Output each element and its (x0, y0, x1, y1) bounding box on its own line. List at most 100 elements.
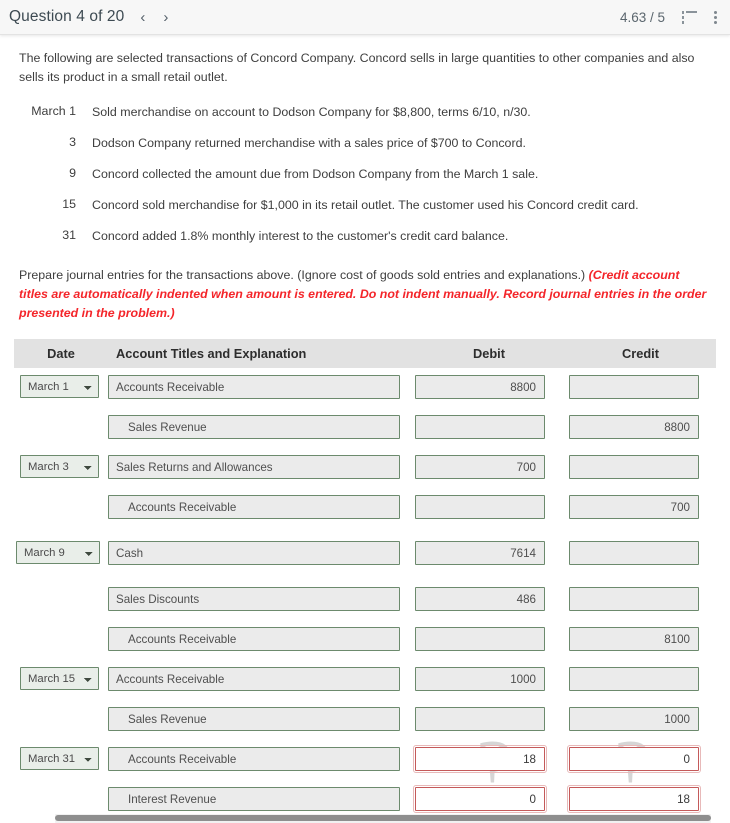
account-title-input[interactable] (108, 667, 400, 691)
credit-amount-input[interactable] (569, 455, 699, 479)
credit-amount-input[interactable] (569, 495, 699, 519)
credit-amount-input[interactable] (569, 587, 699, 611)
debit-amount-input[interactable] (415, 627, 545, 651)
question-content: The following are selected transactions … (0, 49, 730, 820)
debit-amount-input[interactable] (413, 785, 547, 813)
transaction-description: Dodson Company returned merchandise with… (92, 136, 526, 150)
score-display: 4.63 / 5 (619, 9, 665, 25)
credit-amount-input[interactable] (567, 785, 701, 813)
journal-cell-date (14, 488, 108, 495)
transactions-body: March 1 Sold merchandise on account to D… (22, 104, 639, 259)
transaction-row: 9 Concord collected the amount due from … (22, 166, 639, 197)
journal-header-row: Date Account Titles and Explanation Debi… (14, 339, 716, 368)
horizontal-scrollbar-thumb[interactable] (55, 815, 711, 821)
credit-amount-input[interactable] (567, 745, 701, 773)
journal-row: March 1 (14, 368, 716, 408)
journal-cell-account (108, 448, 413, 479)
transaction-date: 9 (69, 166, 76, 180)
journal-cell-credit (565, 408, 716, 439)
prev-question-button[interactable]: ‹ (140, 10, 145, 25)
date-select[interactable]: March 1 (20, 375, 99, 398)
journal-cell-debit (413, 780, 565, 813)
account-title-input[interactable] (108, 747, 400, 771)
account-title-input[interactable] (108, 707, 400, 731)
journal-cell-account (108, 700, 413, 731)
transaction-date: 31 (62, 228, 76, 242)
date-select[interactable]: March 3 (20, 455, 99, 478)
journal-cell-account (108, 740, 413, 771)
date-select[interactable]: March 9 (16, 541, 100, 564)
kebab-menu-glyph (714, 10, 718, 25)
credit-amount-input[interactable] (569, 375, 699, 399)
transaction-date: 3 (69, 135, 76, 149)
journal-cell-debit (413, 408, 565, 439)
horizontal-scrollbar[interactable] (55, 814, 711, 823)
debit-amount-input[interactable] (415, 375, 545, 399)
credit-amount-input[interactable] (569, 541, 699, 565)
debit-amount-input[interactable] (415, 495, 545, 519)
journal-cell-date: March 31 (14, 740, 108, 770)
journal-row: March 9 (14, 534, 716, 580)
journal-row (14, 580, 716, 620)
journal-cell-account (108, 488, 413, 519)
credit-amount-input[interactable] (569, 415, 699, 439)
debit-amount-input[interactable] (415, 707, 545, 731)
next-question-button[interactable]: › (163, 10, 168, 25)
credit-amount-input[interactable] (569, 627, 699, 651)
transaction-row: 31 Concord added 1.8% monthly interest t… (22, 228, 639, 259)
journal-cell-date (14, 408, 108, 415)
kebab-menu-icon[interactable] (714, 10, 718, 25)
debit-amount-input[interactable] (415, 587, 545, 611)
debit-amount-input[interactable] (415, 541, 545, 565)
transaction-description: Concord sold merchandise for $1,000 in i… (92, 198, 639, 212)
journal-row (14, 488, 716, 534)
account-title-input[interactable] (108, 541, 400, 565)
account-title-input[interactable] (108, 455, 400, 479)
transaction-date: 15 (62, 197, 76, 211)
column-header-credit: Credit (622, 346, 659, 361)
debit-amount-input[interactable] (415, 455, 545, 479)
debit-amount-input[interactable] (415, 415, 545, 439)
account-title-input[interactable] (108, 787, 400, 811)
column-header-debit: Debit (473, 346, 505, 361)
account-title-input[interactable] (108, 415, 400, 439)
journal-cell-credit (565, 488, 716, 519)
transaction-description: Sold merchandise on account to Dodson Co… (92, 105, 531, 119)
journal-cell-account (108, 660, 413, 691)
journal-cell-date (14, 580, 108, 587)
date-select[interactable]: March 15 (20, 667, 99, 690)
account-title-input[interactable] (108, 375, 400, 399)
journal-cell-debit (413, 448, 565, 479)
transaction-row: 3 Dodson Company returned merchandise wi… (22, 135, 639, 166)
transaction-description: Concord collected the amount due from Do… (92, 167, 539, 181)
journal-cell-credit (565, 368, 716, 399)
transaction-row: March 1 Sold merchandise on account to D… (22, 104, 639, 135)
debit-amount-input[interactable] (415, 667, 545, 691)
account-title-input[interactable] (108, 587, 400, 611)
journal-cell-account (108, 368, 413, 399)
column-header-account: Account Titles and Explanation (116, 346, 307, 361)
list-icon[interactable] (682, 10, 697, 24)
debit-amount-input[interactable] (413, 745, 547, 773)
account-title-input[interactable] (108, 495, 400, 519)
journal-cell-credit (565, 580, 716, 611)
journal-cell-credit (565, 780, 716, 813)
header-right-group: 4.63 / 5 (620, 10, 718, 25)
account-title-input[interactable] (108, 627, 400, 651)
credit-amount-input[interactable] (569, 667, 699, 691)
journal-cell-credit (565, 740, 716, 773)
list-icon-glyph (682, 10, 697, 24)
journal-cell-account (108, 580, 413, 611)
transaction-date: March 1 (31, 104, 76, 118)
journal-cell-credit (565, 534, 716, 565)
credit-amount-input[interactable] (569, 707, 699, 731)
journal-cell-date (14, 700, 108, 707)
journal-cell-debit (413, 740, 565, 773)
page-title: Question 4 of 20 (9, 8, 125, 25)
journal-cell-credit (565, 620, 716, 651)
date-select[interactable]: March 31 (20, 747, 99, 770)
journal-cell-account (108, 780, 413, 811)
journal-cell-debit (413, 620, 565, 651)
journal-cell-credit (565, 448, 716, 479)
journal-cell-account (108, 408, 413, 439)
